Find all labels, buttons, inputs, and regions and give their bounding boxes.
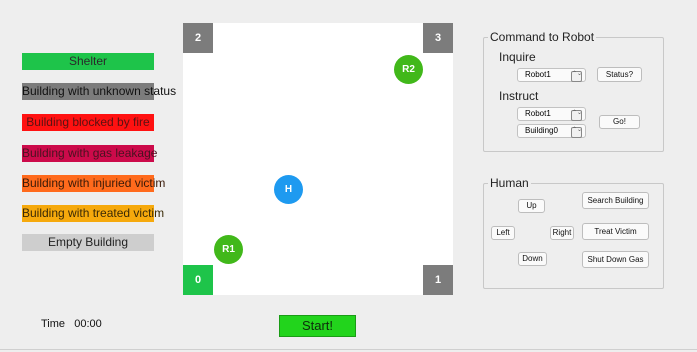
legend-injured-victim: Building with injuried victim bbox=[22, 175, 166, 192]
treat-victim-button[interactable]: Treat Victim bbox=[582, 223, 649, 240]
instruct-robot-select[interactable]: Robot1 ⌃⌄ bbox=[517, 107, 586, 121]
human-panel: Human Up Left Right Down Search Building… bbox=[483, 176, 664, 289]
building-1[interactable]: 1 bbox=[423, 265, 453, 295]
robot-r1[interactable]: R1 bbox=[214, 235, 243, 264]
move-right-button[interactable]: Right bbox=[550, 226, 574, 240]
inquire-robot-select[interactable]: Robot1 ⌃⌄ bbox=[517, 68, 586, 82]
legend-shelter: Shelter bbox=[22, 53, 154, 70]
legend-gas-leakage: Building with gas leakage bbox=[22, 145, 158, 162]
inquire-label: Inquire bbox=[499, 50, 536, 64]
start-button[interactable]: Start! bbox=[279, 315, 356, 337]
human-marker[interactable]: H bbox=[274, 175, 303, 204]
status-button[interactable]: Status? bbox=[597, 67, 642, 82]
command-panel: Command to Robot Inquire Robot1 ⌃⌄ Statu… bbox=[483, 30, 664, 152]
bottom-divider bbox=[0, 349, 697, 350]
instruct-robot-value: Robot1 bbox=[525, 109, 551, 118]
select-chevron-icon: ⌃⌄ bbox=[571, 71, 582, 82]
building-2[interactable]: 2 bbox=[183, 23, 213, 53]
select-chevron-icon: ⌃⌄ bbox=[571, 110, 582, 121]
search-building-button[interactable]: Search Building bbox=[582, 192, 649, 209]
map-grid[interactable]: 2 3 0 1 R2 H R1 bbox=[183, 23, 453, 295]
building-0-shelter[interactable]: 0 bbox=[183, 265, 213, 295]
legend-empty-building: Empty Building bbox=[22, 234, 154, 251]
legend-blocked-by-fire: Building blocked by fire bbox=[22, 114, 154, 131]
human-panel-title: Human bbox=[488, 176, 531, 190]
move-left-button[interactable]: Left bbox=[491, 226, 515, 240]
move-up-button[interactable]: Up bbox=[518, 199, 545, 213]
inquire-robot-value: Robot1 bbox=[525, 70, 551, 79]
time-value: 00:00 bbox=[74, 318, 102, 330]
command-panel-title: Command to Robot bbox=[488, 30, 597, 44]
go-button[interactable]: Go! bbox=[599, 115, 640, 129]
legend-unknown-status: Building with unknown status bbox=[22, 83, 177, 100]
instruct-building-select[interactable]: Building0 ⌃⌄ bbox=[517, 124, 586, 138]
legend-treated-victim: Building with treated victim bbox=[22, 205, 165, 222]
instruct-building-value: Building0 bbox=[525, 126, 558, 135]
time-label: Time bbox=[41, 318, 66, 330]
time-display: Time 00:00 bbox=[41, 318, 102, 330]
shut-down-gas-button[interactable]: Shut Down Gas bbox=[582, 251, 649, 268]
building-3[interactable]: 3 bbox=[423, 23, 453, 53]
robot-r2[interactable]: R2 bbox=[394, 55, 423, 84]
move-down-button[interactable]: Down bbox=[518, 252, 547, 266]
instruct-label: Instruct bbox=[499, 89, 539, 103]
select-chevron-icon: ⌃⌄ bbox=[571, 127, 582, 138]
